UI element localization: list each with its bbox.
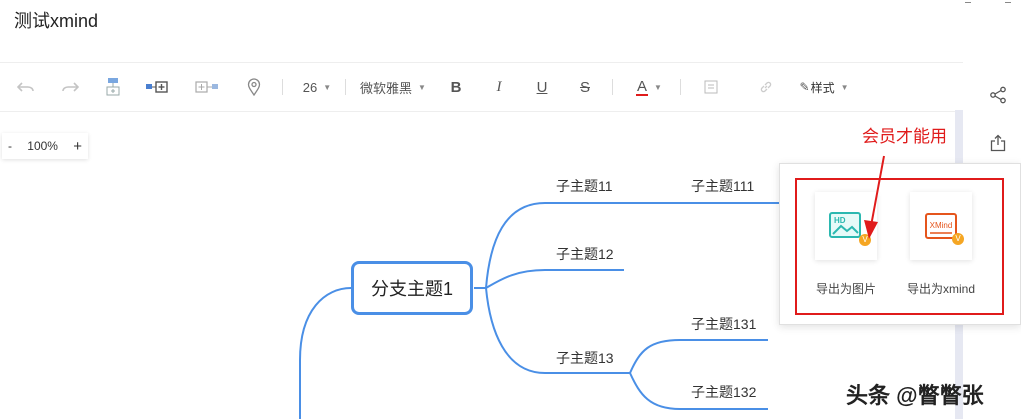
toolbar-divider <box>282 79 283 95</box>
strikethrough-button[interactable]: S <box>575 63 595 111</box>
zoom-in-button[interactable]: + <box>73 138 82 155</box>
branch-topic-node[interactable]: 分支主题1 <box>351 261 473 315</box>
insert-subtopic-icon[interactable] <box>102 63 124 111</box>
underline-button[interactable]: U <box>532 63 552 111</box>
highlight-frame <box>795 178 1004 315</box>
share-icon[interactable] <box>989 86 1007 109</box>
insert-topic-icon[interactable] <box>144 63 170 111</box>
chevron-down-icon: ▼ <box>323 82 332 92</box>
insert-parent-topic-icon[interactable] <box>194 63 220 111</box>
font-family-value: 微软雅黑 <box>360 80 413 96</box>
document-title[interactable]: 测试xmind <box>14 7 98 33</box>
font-family-select[interactable]: 微软雅黑 ▼ <box>356 63 430 111</box>
font-size-select[interactable]: 26 ▼ <box>297 63 337 111</box>
style-label: 样式 <box>810 80 835 95</box>
paint-brush-icon: ✎ <box>799 80 810 94</box>
style-menu-button[interactable]: ✎ 样式 ▼ <box>796 63 852 111</box>
location-pin-icon[interactable] <box>244 63 264 111</box>
chevron-down-icon: ▼ <box>418 82 426 92</box>
font-color-select[interactable]: A ▼ <box>632 63 666 111</box>
subtopic-13[interactable]: 子主题13 <box>556 348 614 368</box>
window-controls <box>961 0 1021 6</box>
chevron-down-icon: ▼ <box>840 82 849 92</box>
zoom-level: 100% <box>27 139 58 153</box>
subtopic-131[interactable]: 子主题131 <box>691 314 756 334</box>
members-only-annotation: 会员才能用 <box>862 127 947 147</box>
note-icon[interactable] <box>702 63 720 111</box>
toolbar-divider <box>345 79 346 95</box>
zoom-control: - 100% + <box>2 133 88 159</box>
subtopic-132[interactable]: 子主题132 <box>691 382 756 402</box>
redo-icon[interactable] <box>58 63 82 111</box>
toolbar-divider <box>680 79 681 95</box>
font-size-value: 26 <box>302 79 318 95</box>
toolbar: 26 ▼ 微软雅黑 ▼ B I U S A ▼ ✎ 样式 ▼ <box>0 62 963 112</box>
toolbar-divider <box>612 79 613 95</box>
zoom-out-button[interactable]: - <box>8 139 12 153</box>
subtopic-111[interactable]: 子主题111 <box>691 176 754 196</box>
italic-button[interactable]: I <box>489 63 509 111</box>
font-color-icon: A <box>636 77 649 96</box>
subtopic-11[interactable]: 子主题11 <box>556 176 613 196</box>
undo-icon[interactable] <box>14 63 38 111</box>
watermark: 头条 @瞥瞥张 <box>846 383 984 408</box>
link-icon[interactable] <box>757 63 775 111</box>
chevron-down-icon: ▼ <box>654 82 662 92</box>
subtopic-12[interactable]: 子主题12 <box>556 244 614 264</box>
export-icon[interactable] <box>990 134 1006 157</box>
bold-button[interactable]: B <box>446 63 466 111</box>
